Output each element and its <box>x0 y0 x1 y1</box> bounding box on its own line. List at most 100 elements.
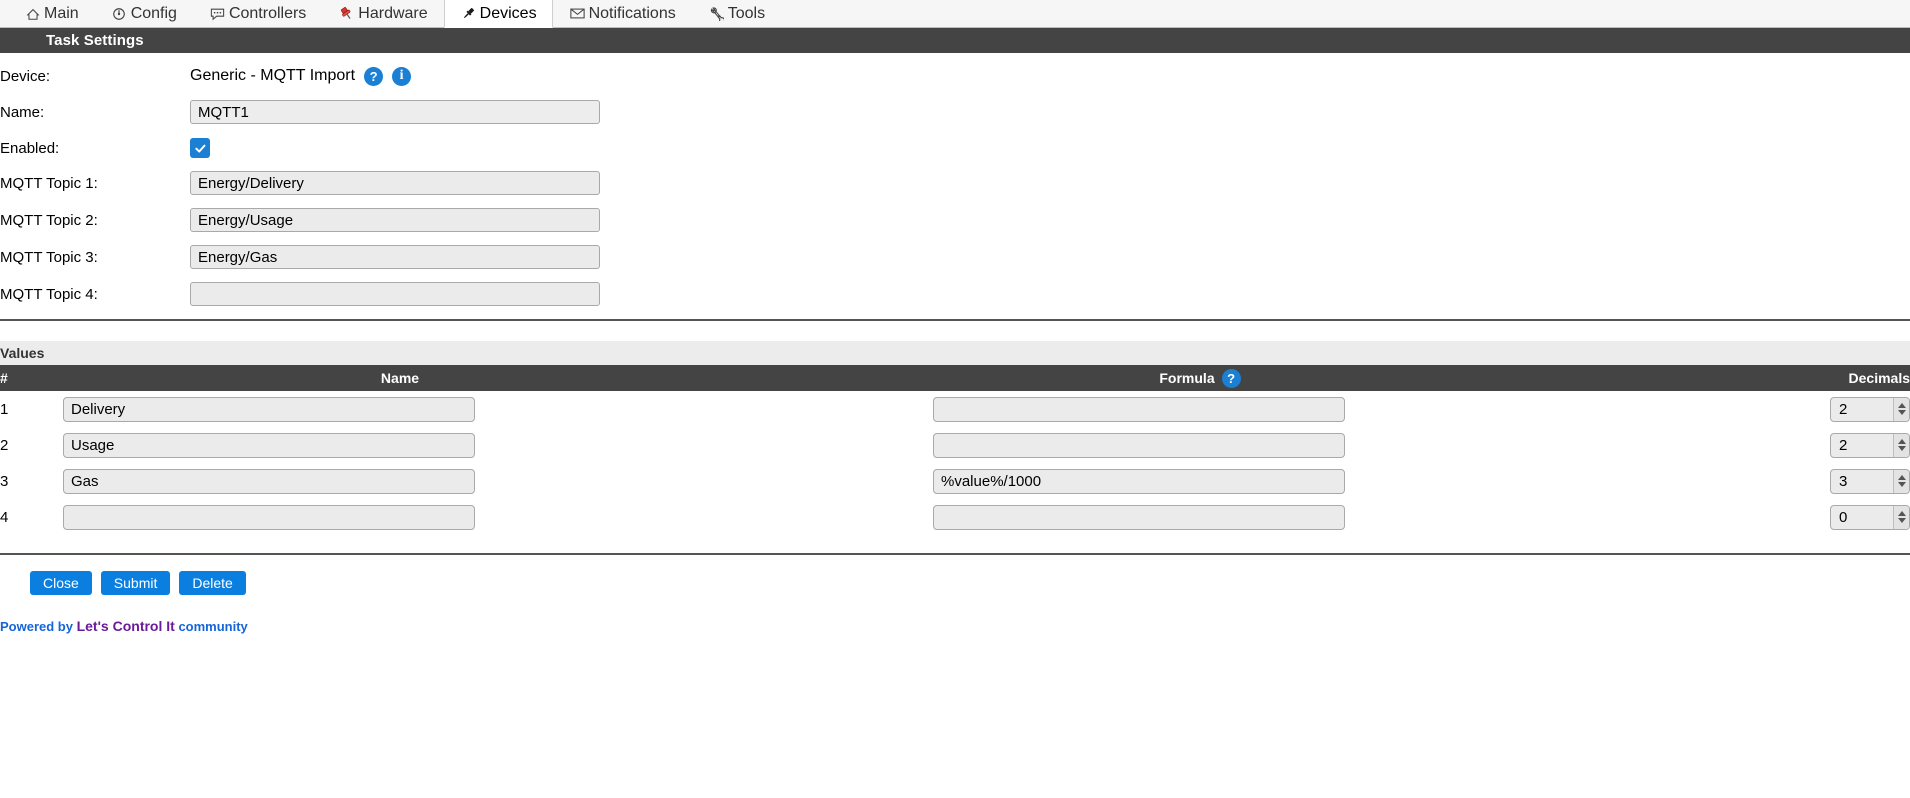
footer-prefix: Powered by <box>0 619 73 634</box>
mqtt-topic-2-row: MQTT Topic 2: <box>0 205 1910 235</box>
tab-tools[interactable]: Tools <box>691 0 782 27</box>
row-number: 1 <box>0 400 9 418</box>
col-header-number: # <box>0 365 30 391</box>
value-name-input[interactable] <box>63 396 475 422</box>
close-button[interactable]: Close <box>30 571 92 595</box>
device-label: Device: <box>0 67 51 85</box>
row-name-cell <box>30 391 770 427</box>
row-name-cell <box>30 463 770 499</box>
enabled-checkbox[interactable] <box>190 138 210 158</box>
chevron-down-icon[interactable] <box>1897 518 1906 523</box>
table-row: 4 <box>0 499 1910 535</box>
value-formula-input[interactable] <box>933 504 1345 530</box>
tab-notifications-label: Notifications <box>588 4 676 22</box>
device-row: Device: Generic - MQTT Import ? i <box>0 61 1910 91</box>
value-formula-input[interactable] <box>933 432 1345 458</box>
footer-brand-link[interactable]: Let's Control It <box>77 618 175 634</box>
tab-devices[interactable]: Devices <box>443 0 553 28</box>
values-table: # Name Formula ? Decimals 1 Delivery 2 2… <box>0 365 1910 535</box>
decimals-input[interactable] <box>1831 397 1893 421</box>
decimals-input[interactable] <box>1831 433 1893 457</box>
values-title: Values <box>0 345 45 361</box>
stepper-arrows-icon[interactable] <box>1893 505 1909 529</box>
task-settings-title: Task Settings <box>46 32 144 49</box>
task-settings-form: Device: Generic - MQTT Import ? i Name: … <box>0 61 1910 321</box>
stepper-arrows-icon[interactable] <box>1893 469 1909 493</box>
value-formula-input[interactable] <box>933 396 1345 422</box>
tab-main-label: Main <box>44 4 79 22</box>
chevron-down-icon[interactable] <box>1897 410 1906 415</box>
footer-suffix: community <box>178 619 248 634</box>
values-section: Values # Name Formula ? Decimals 1 Deliv… <box>0 341 1910 555</box>
formula-question-mark-icon[interactable]: ? <box>1221 368 1241 388</box>
row-formula-cell <box>770 499 1630 535</box>
row-formula-cell <box>770 463 1630 499</box>
main-navigation-tabs: Main Config Controllers Hardware Devices… <box>0 0 1910 28</box>
info-icon[interactable]: i <box>392 66 412 86</box>
decimals-stepper[interactable] <box>1830 396 1910 422</box>
value-formula-input[interactable] <box>933 468 1345 494</box>
envelope-icon <box>569 5 586 22</box>
stepper-arrows-icon[interactable] <box>1893 397 1909 421</box>
tab-config[interactable]: Config <box>94 0 193 27</box>
chevron-up-icon[interactable] <box>1897 403 1906 408</box>
tab-notifications[interactable]: Notifications <box>552 0 692 27</box>
table-row: 1 <box>0 391 1910 427</box>
decimals-stepper[interactable] <box>1830 504 1910 530</box>
delete-button[interactable]: Delete <box>179 571 246 595</box>
decimals-stepper[interactable] <box>1830 468 1910 494</box>
chevron-down-icon[interactable] <box>1897 446 1906 451</box>
tab-tools-label: Tools <box>727 4 766 22</box>
chevron-up-icon[interactable] <box>1897 439 1906 444</box>
chevron-up-icon[interactable] <box>1897 511 1906 516</box>
tab-controllers[interactable]: Controllers <box>192 0 323 27</box>
row-decimals-cell <box>1630 427 1910 463</box>
values-table-body: 1 Delivery 2 2 Usage 2 3 Gas %value%/100… <box>0 391 1910 535</box>
values-header: Values <box>0 341 1910 365</box>
tab-controllers-label: Controllers <box>228 4 307 22</box>
tab-config-label: Config <box>130 4 177 22</box>
col-header-name: Name <box>30 365 770 391</box>
value-name-input[interactable] <box>63 504 475 530</box>
col-header-formula-label: Formula <box>1159 370 1215 386</box>
speech-bubble-icon <box>209 5 226 22</box>
enabled-row: Enabled: <box>0 133 1910 163</box>
values-divider <box>0 553 1910 555</box>
row-number: 3 <box>0 472 9 490</box>
value-name-input[interactable] <box>63 468 475 494</box>
decimals-input[interactable] <box>1831 469 1893 493</box>
plug-icon <box>460 5 477 22</box>
tab-hardware[interactable]: Hardware <box>322 0 444 27</box>
device-value: Generic - MQTT Import <box>190 67 356 84</box>
value-name-input[interactable] <box>63 432 475 458</box>
mqtt-topic-3-row: MQTT Topic 3: <box>0 242 1910 272</box>
mqtt-topic-2-input[interactable] <box>190 208 600 232</box>
question-mark-icon[interactable]: ? <box>364 66 384 86</box>
tab-devices-label: Devices <box>479 4 537 22</box>
form-divider <box>0 319 1910 321</box>
row-name-cell <box>30 499 770 535</box>
stepper-arrows-icon[interactable] <box>1893 433 1909 457</box>
mqtt-topic-1-row: MQTT Topic 1: <box>0 168 1910 198</box>
home-icon <box>24 5 41 22</box>
values-table-head: # Name Formula ? Decimals <box>0 365 1910 391</box>
pushpin-icon <box>338 5 355 22</box>
footer: Powered by Let's Control It community <box>0 618 1910 634</box>
decimals-input[interactable] <box>1831 505 1893 529</box>
values-header-row: # Name Formula ? Decimals <box>0 365 1910 391</box>
task-settings-header: Task Settings <box>0 28 1910 53</box>
submit-button[interactable]: Submit <box>100 571 171 595</box>
decimals-stepper[interactable] <box>1830 432 1910 458</box>
chevron-down-icon[interactable] <box>1897 482 1906 487</box>
row-formula-cell <box>770 427 1630 463</box>
row-decimals-cell <box>1630 499 1910 535</box>
tab-main[interactable]: Main <box>8 0 95 27</box>
chevron-up-icon[interactable] <box>1897 475 1906 480</box>
mqtt-topic-1-input[interactable] <box>190 171 600 195</box>
mqtt-topic-4-input[interactable] <box>190 282 600 306</box>
mqtt-topic-2-label: MQTT Topic 2: <box>0 211 98 229</box>
mqtt-topic-3-input[interactable] <box>190 245 600 269</box>
row-formula-cell <box>770 391 1630 427</box>
name-input[interactable] <box>190 100 600 124</box>
row-decimals-cell <box>1630 391 1910 427</box>
